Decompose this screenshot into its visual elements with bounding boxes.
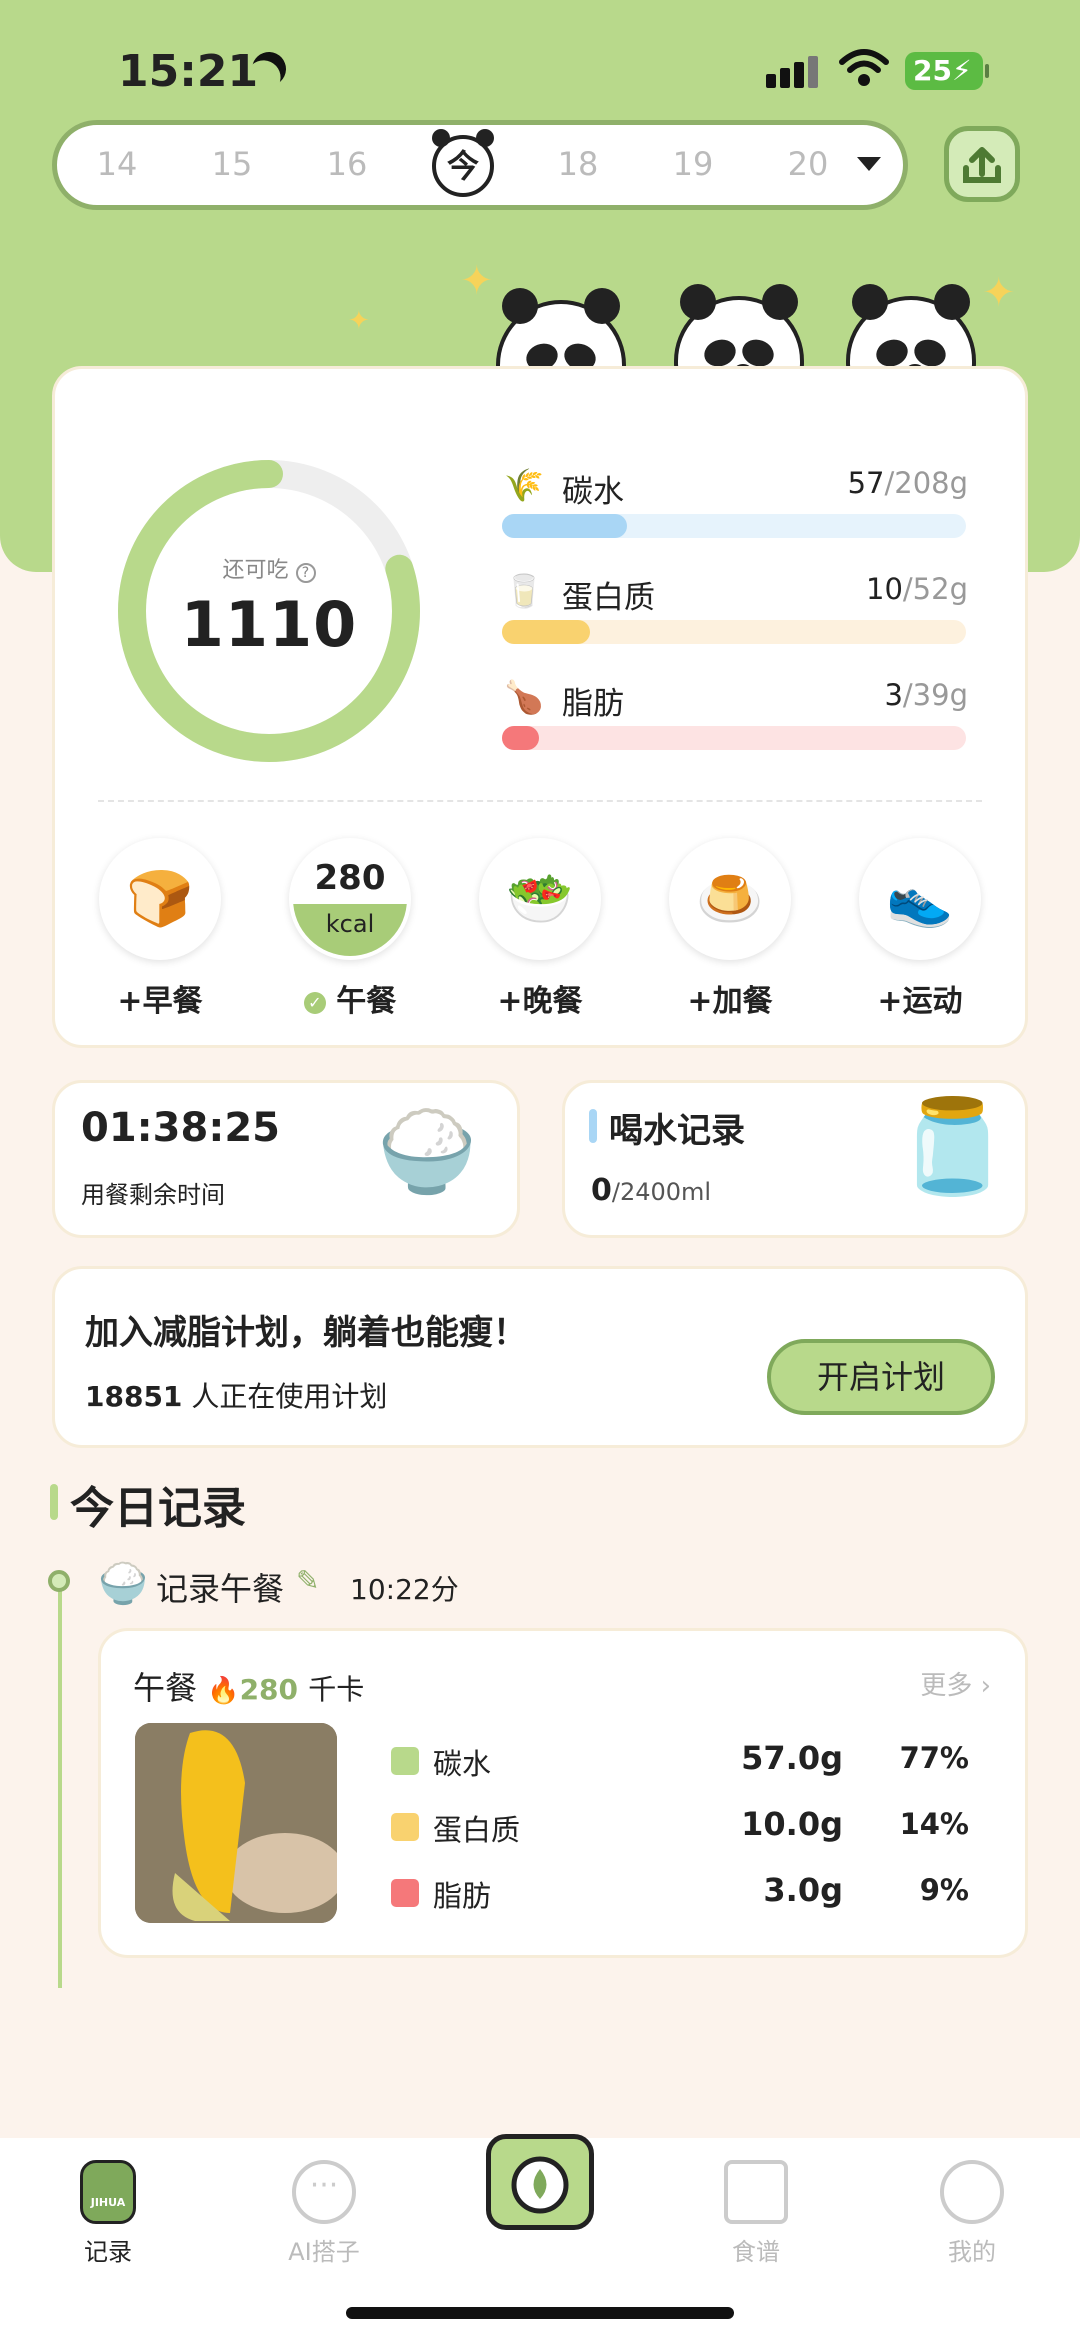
meal-record-card[interactable]: 午餐 🔥280 千卡 更多 › 碳水 57.0g 77% 蛋白质 10.0g 1… bbox=[98, 1628, 1028, 1958]
camera-icon bbox=[511, 2156, 569, 2214]
recipe-book-icon bbox=[724, 2160, 788, 2224]
lunch-kcal-unit: kcal bbox=[325, 910, 375, 938]
sparkle-icon: ✦ bbox=[460, 258, 494, 304]
share-upload-button[interactable] bbox=[944, 126, 1020, 202]
edit-icon[interactable]: ✎ bbox=[296, 1564, 319, 1597]
sneaker-icon: 👟 bbox=[859, 838, 981, 960]
date-item-today[interactable]: 今 bbox=[432, 129, 494, 197]
tab-profile[interactable]: 我的 bbox=[902, 2160, 1042, 2267]
bread-icon: 🍞 bbox=[99, 838, 221, 960]
macro-row: 碳水 57.0g 77% bbox=[391, 1739, 999, 1781]
water-record-card[interactable]: 喝水记录 0/2400ml 🫙 bbox=[562, 1080, 1028, 1238]
macro-progress-bar bbox=[502, 620, 966, 644]
date-item[interactable]: 16 bbox=[317, 145, 377, 183]
tab-ai-buddy[interactable]: ··· AI搭子 bbox=[254, 2160, 394, 2267]
date-item[interactable]: 19 bbox=[663, 145, 723, 183]
add-dinner-button[interactable]: 🥗 +晚餐 bbox=[478, 838, 602, 1020]
wifi-icon bbox=[839, 49, 889, 86]
meal-timer-card[interactable]: 01:38:25 用餐剩余时间 🍚 bbox=[52, 1080, 520, 1238]
rice-bowl-icon: 🍚 bbox=[377, 1105, 477, 1198]
signal-icon bbox=[766, 56, 822, 88]
macro-progress-bar bbox=[502, 726, 966, 750]
tab-recipes[interactable]: 食谱 bbox=[686, 2160, 826, 2267]
timer-value: 01:38:25 bbox=[81, 1105, 280, 1151]
corn-image bbox=[135, 1723, 337, 1923]
journal-icon: JIHUA bbox=[80, 2160, 136, 2224]
water-jar-icon: 🫙 bbox=[895, 1093, 1010, 1200]
add-breakfast-button[interactable]: 🍞 +早餐 bbox=[98, 838, 222, 1020]
fat-swatch bbox=[391, 1879, 419, 1907]
pudding-icon: 🍮 bbox=[669, 838, 791, 960]
remaining-calories: 1110 bbox=[180, 588, 358, 661]
plan-user-count: 18851 人正在使用计划 bbox=[85, 1380, 388, 1413]
info-icon[interactable]: ? bbox=[295, 563, 316, 583]
more-link[interactable]: 更多 › bbox=[920, 1665, 991, 1702]
chat-bubble-icon: ··· bbox=[292, 2160, 356, 2224]
lunch-button[interactable]: 280 kcal ✓ 午餐 bbox=[288, 838, 412, 1020]
upload-icon bbox=[963, 147, 1001, 183]
macro-row: 蛋白质 10.0g 14% bbox=[391, 1805, 999, 1847]
lunch-kcal: 280 bbox=[314, 858, 386, 898]
wheat-icon: 🌾 bbox=[504, 466, 544, 504]
water-progress: 0/2400ml bbox=[591, 1173, 712, 1208]
timeline-dot bbox=[48, 1570, 70, 1592]
accent-bar bbox=[589, 1109, 597, 1143]
panda-profile-icon bbox=[940, 2160, 1004, 2224]
entry-time: 10:22分 bbox=[350, 1573, 459, 1606]
start-plan-button[interactable]: 开启计划 bbox=[767, 1339, 995, 1415]
sparkle-icon: ✦ bbox=[348, 306, 370, 336]
macro-progress-fill bbox=[502, 514, 628, 538]
date-item[interactable]: 18 bbox=[548, 145, 608, 183]
macro-progress-fill bbox=[502, 726, 540, 750]
drumstick-icon: 🍗 bbox=[504, 678, 544, 716]
meal-header: 午餐 🔥280 千卡 bbox=[133, 1669, 365, 1707]
salad-bowl-icon: 🥗 bbox=[479, 838, 601, 960]
battery-level: 25 bbox=[913, 54, 952, 87]
flame-icon: 🔥 bbox=[207, 1676, 240, 1706]
date-selector[interactable]: 14 15 16 今 18 19 20 bbox=[52, 120, 908, 210]
plan-title: 加入减脂计划，躺着也能瘦！ bbox=[85, 1313, 527, 1353]
chevron-down-icon[interactable] bbox=[857, 157, 881, 171]
date-item[interactable]: 20 bbox=[778, 145, 838, 183]
water-title: 喝水记录 bbox=[609, 1111, 745, 1151]
date-item[interactable]: 15 bbox=[202, 145, 262, 183]
section-title: 今日记录 bbox=[70, 1483, 246, 1534]
add-snack-button[interactable]: 🍮 +加餐 bbox=[668, 838, 792, 1020]
check-icon: ✓ bbox=[303, 991, 326, 1014]
timer-label: 用餐剩余时间 bbox=[81, 1181, 225, 1209]
macro-row: 脂肪 3.0g 9% bbox=[391, 1871, 999, 1913]
camera-button[interactable] bbox=[486, 2134, 594, 2230]
protein-swatch bbox=[391, 1813, 419, 1841]
carbs-swatch bbox=[391, 1747, 419, 1775]
entry-title: 记录午餐 bbox=[156, 1570, 285, 1608]
add-exercise-button[interactable]: 👟 +运动 bbox=[858, 838, 982, 1020]
chevron-right-icon: › bbox=[980, 1671, 991, 1701]
home-indicator bbox=[346, 2307, 734, 2319]
section-accent bbox=[50, 1484, 58, 1520]
divider bbox=[98, 800, 982, 802]
rice-bowl-icon: 🍚 bbox=[98, 1561, 148, 1607]
ring-label: 还可吃 ? bbox=[116, 552, 422, 584]
sparkle-icon: ✦ bbox=[982, 270, 1016, 316]
timeline-line bbox=[58, 1582, 62, 1988]
status-bar: 15:21 25⚡ bbox=[0, 40, 1080, 110]
date-item[interactable]: 14 bbox=[87, 145, 147, 183]
battery-icon: 25⚡ bbox=[905, 52, 989, 90]
milk-carton-icon: 🥛 bbox=[504, 572, 544, 610]
fat-loss-plan-card: 加入减脂计划，躺着也能瘦！ 18851 人正在使用计划 开启计划 bbox=[52, 1266, 1028, 1448]
macro-progress-bar bbox=[502, 514, 966, 538]
macro-progress-fill bbox=[502, 620, 591, 644]
tab-record[interactable]: JIHUA 记录 bbox=[38, 2160, 178, 2267]
meal-photo[interactable] bbox=[135, 1723, 337, 1923]
status-time: 15:21 bbox=[118, 46, 259, 97]
